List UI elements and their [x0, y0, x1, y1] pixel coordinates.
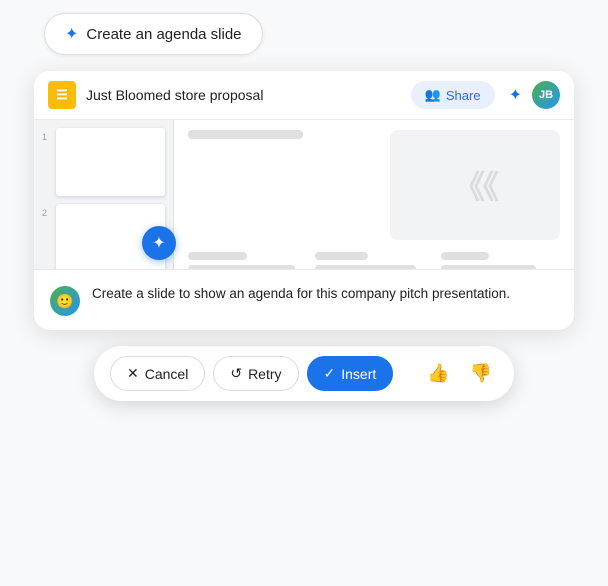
- share-label: Share: [446, 88, 481, 103]
- insert-label: Insert: [341, 366, 376, 382]
- slide-placeholder-bar-1: [188, 130, 303, 139]
- thumbs-up-button[interactable]: 👍: [421, 359, 455, 388]
- share-people-icon: 👥: [425, 87, 441, 103]
- kc-logo-text: 《《: [453, 162, 497, 208]
- slide-num-2: 2: [42, 208, 52, 218]
- bottom-toolbar: ✕ Cancel ↺ Retry ✓ Insert 👍 👎: [94, 346, 514, 401]
- cancel-button[interactable]: ✕ Cancel: [110, 356, 205, 391]
- bar-c1-1: [188, 252, 247, 260]
- ai-sparkle-icon: ✦: [152, 233, 165, 253]
- header-sparkle-icon: ✦: [509, 85, 522, 105]
- ai-chat-overlay: 🙂 Create a slide to show an agenda for t…: [34, 269, 574, 330]
- slides-icon-letter: ☰: [56, 87, 68, 103]
- share-button[interactable]: 👥 Share: [411, 81, 495, 109]
- thumbs-down-icon: 👎: [470, 363, 492, 383]
- top-pill-button[interactable]: ✦ Create an agenda slide: [44, 13, 263, 55]
- scene: ✦ Create an agenda slide ☰ Just Bloomed …: [14, 13, 594, 573]
- sparkle-icon: ✦: [65, 24, 78, 44]
- retry-icon: ↺: [230, 365, 242, 382]
- thumbs-up-icon: 👍: [427, 363, 449, 383]
- ai-chat-avatar: 🙂: [50, 286, 80, 316]
- user-avatar: JB: [532, 81, 560, 109]
- insert-check-icon: ✓: [324, 365, 336, 382]
- slides-app-icon: ☰: [48, 81, 76, 109]
- slides-doc-title: Just Bloomed store proposal: [86, 87, 401, 103]
- thumbs-down-button[interactable]: 👎: [464, 359, 498, 388]
- cancel-icon: ✕: [127, 365, 139, 382]
- slide-thumb-1[interactable]: 1: [42, 128, 165, 196]
- slide-preview-1: [56, 128, 165, 196]
- ai-chat-message: Create a slide to show an agenda for thi…: [92, 284, 510, 304]
- cancel-label: Cancel: [145, 366, 189, 382]
- slides-header: ☰ Just Bloomed store proposal 👥 Share ✦ …: [34, 71, 574, 120]
- ai-avatar-img: 🙂: [56, 293, 73, 310]
- ai-trigger-button[interactable]: ✦: [142, 226, 176, 260]
- bar-c3-1: [441, 252, 488, 260]
- retry-button[interactable]: ↺ Retry: [213, 356, 298, 391]
- pill-label: Create an agenda slide: [86, 26, 241, 43]
- insert-button[interactable]: ✓ Insert: [307, 356, 394, 391]
- slide-num-1: 1: [42, 132, 52, 142]
- main-card: ☰ Just Bloomed store proposal 👥 Share ✦ …: [34, 71, 574, 330]
- retry-label: Retry: [248, 366, 281, 382]
- slide-image-placeholder: 《《: [390, 130, 560, 240]
- bar-c2-1: [315, 252, 368, 260]
